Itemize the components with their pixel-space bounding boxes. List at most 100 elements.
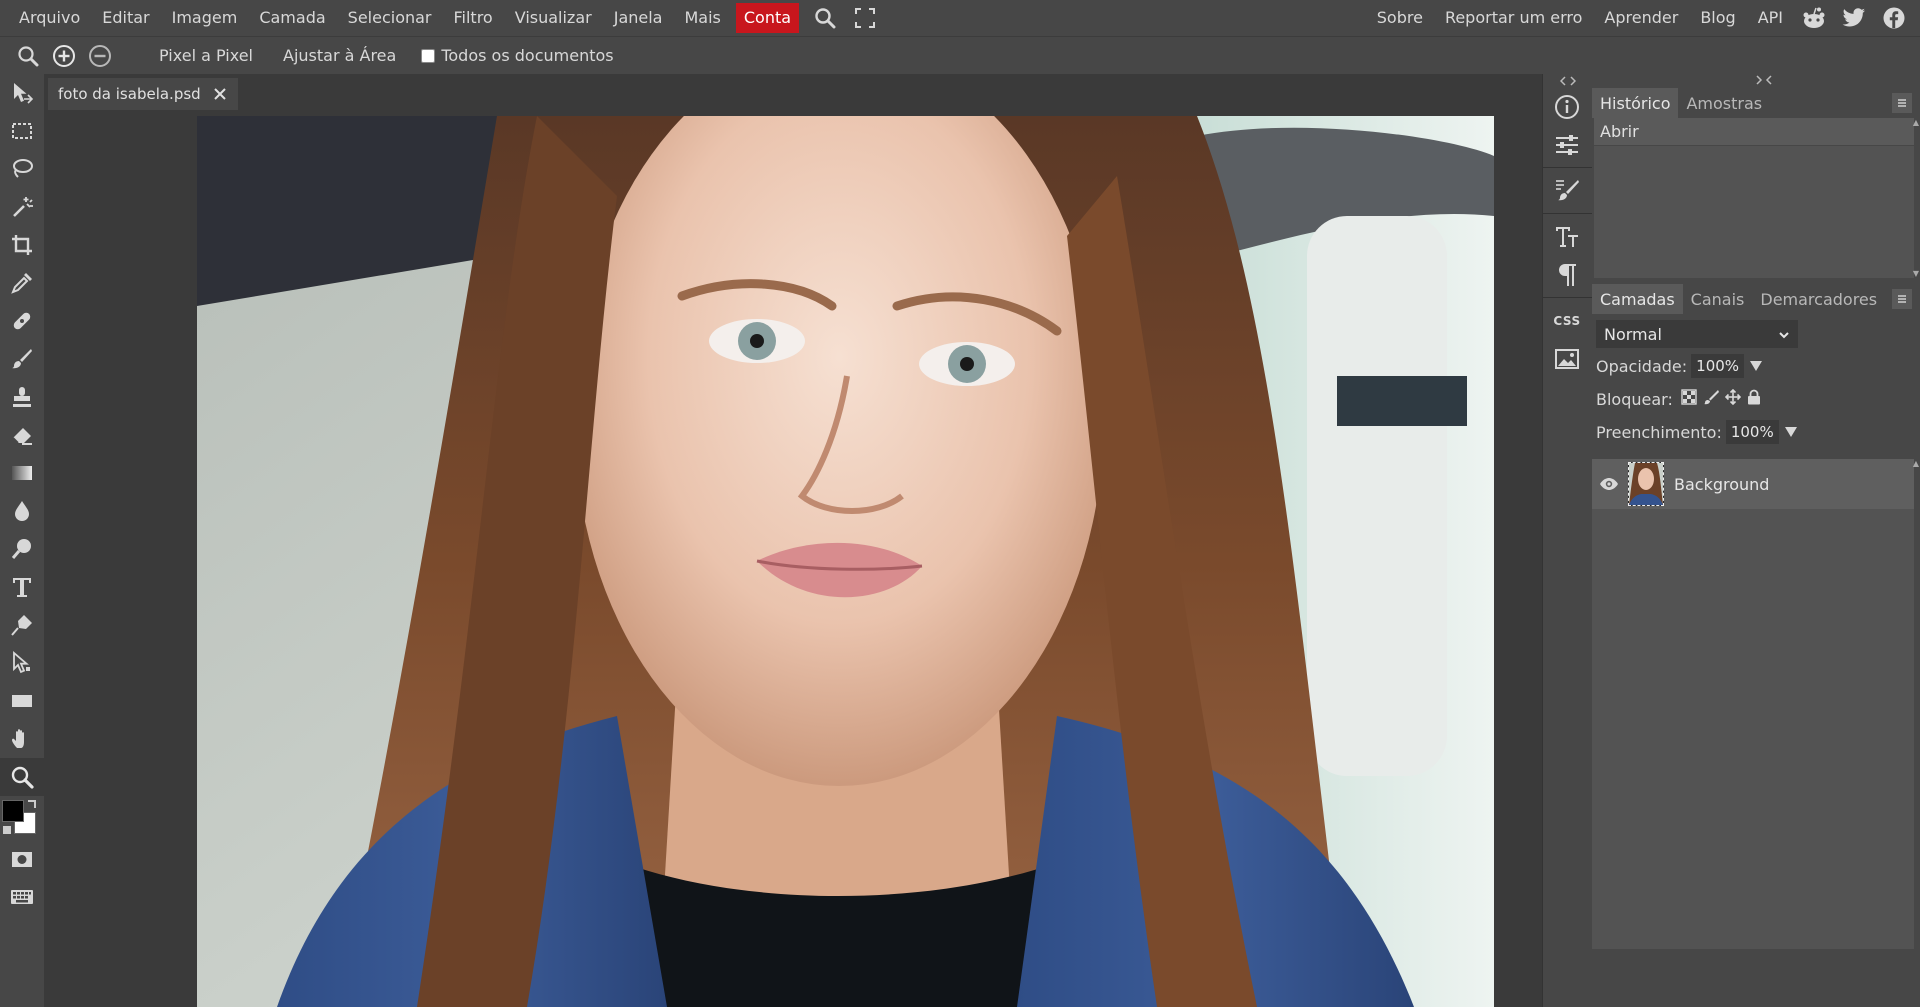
- crop-tool-icon[interactable]: [0, 226, 44, 264]
- scroll-down-icon[interactable]: ▼: [1913, 269, 1919, 278]
- brush-settings-icon[interactable]: [1543, 172, 1591, 210]
- link-reportar-erro[interactable]: Reportar um erro: [1434, 0, 1593, 36]
- menu-janela[interactable]: Janela: [603, 0, 674, 36]
- panel-top-strip: [1592, 74, 1920, 88]
- divider: [1543, 294, 1592, 298]
- blur-tool-icon[interactable]: [0, 492, 44, 530]
- twitter-icon[interactable]: [1834, 0, 1874, 36]
- lock-transparency-icon[interactable]: [1681, 389, 1697, 409]
- blend-mode-select[interactable]: Normal: [1596, 320, 1798, 348]
- fullscreen-icon[interactable]: [845, 0, 885, 36]
- tab-camadas[interactable]: Camadas: [1592, 284, 1683, 314]
- chevron-down-icon: [1778, 326, 1790, 345]
- layers-panel-tabs: Camadas Canais Demarcadores: [1592, 284, 1920, 314]
- gradient-tool-icon[interactable]: [0, 454, 44, 492]
- fit-area-button[interactable]: Ajustar à Área: [268, 46, 411, 65]
- eraser-tool-icon[interactable]: [0, 416, 44, 454]
- expand-arrows-icon[interactable]: [1543, 74, 1592, 88]
- layers-panel: Camadas Canais Demarcadores Normal Opaci…: [1592, 284, 1920, 949]
- menu-camada[interactable]: Camada: [248, 0, 336, 36]
- fill-dropdown-icon[interactable]: [1784, 427, 1797, 437]
- right-panels: Histórico Amostras Abrir ▲ ▼ Camadas Can…: [1592, 74, 1920, 1007]
- lock-position-icon[interactable]: [1724, 388, 1741, 409]
- layer-name: Background: [1674, 474, 1770, 494]
- menu-selecionar[interactable]: Selecionar: [337, 0, 443, 36]
- keyboard-icon[interactable]: [0, 878, 44, 916]
- link-api[interactable]: API: [1747, 0, 1794, 36]
- close-icon[interactable]: [212, 86, 228, 102]
- path-selection-tool-icon[interactable]: [0, 644, 44, 682]
- swap-colors-icon[interactable]: [28, 800, 36, 808]
- reddit-icon[interactable]: [1794, 0, 1834, 36]
- zoom-out-icon[interactable]: [82, 38, 118, 74]
- scroll-up-icon[interactable]: ▲: [1913, 459, 1919, 468]
- menu-visualizar[interactable]: Visualizar: [504, 0, 603, 36]
- visibility-eye-icon[interactable]: [1598, 473, 1620, 495]
- quick-mask-icon[interactable]: [0, 840, 44, 878]
- info-icon[interactable]: [1543, 88, 1591, 126]
- healing-brush-tool-icon[interactable]: [0, 302, 44, 340]
- character-icon[interactable]: [1543, 218, 1591, 256]
- adjustments-icon[interactable]: [1543, 126, 1591, 164]
- layers-list: Background ▲: [1592, 459, 1919, 949]
- account-button[interactable]: Conta: [735, 3, 800, 33]
- zoom-in-icon[interactable]: [46, 38, 82, 74]
- tab-historico[interactable]: Histórico: [1592, 88, 1679, 118]
- css-icon[interactable]: CSS: [1543, 302, 1591, 340]
- opacity-dropdown-icon[interactable]: [1750, 361, 1763, 371]
- tab-canais[interactable]: Canais: [1683, 284, 1753, 314]
- menu-imagem[interactable]: Imagem: [161, 0, 249, 36]
- text-tool-icon[interactable]: [0, 568, 44, 606]
- lock-all-icon[interactable]: [1747, 389, 1761, 409]
- zoom-tool-icon: [10, 38, 46, 74]
- facebook-icon[interactable]: [1874, 0, 1914, 36]
- tab-demarcadores[interactable]: Demarcadores: [1752, 284, 1885, 314]
- document-tab[interactable]: foto da isabela.psd: [48, 78, 238, 110]
- rectangle-tool-icon[interactable]: [0, 682, 44, 720]
- panel-icon-strip: CSS: [1542, 74, 1592, 1007]
- hand-tool-icon[interactable]: [0, 720, 44, 758]
- foreground-color-swatch[interactable]: [2, 800, 24, 822]
- pixel-a-pixel-button[interactable]: Pixel a Pixel: [144, 46, 268, 65]
- menu-mais[interactable]: Mais: [673, 0, 731, 36]
- history-item[interactable]: Abrir: [1594, 118, 1914, 146]
- collapse-panel-icon[interactable]: [1756, 75, 1772, 88]
- fill-input[interactable]: 100%: [1725, 420, 1779, 444]
- checkbox-box[interactable]: [421, 48, 436, 63]
- menu-editar[interactable]: Editar: [91, 0, 160, 36]
- move-tool-icon[interactable]: [0, 74, 44, 112]
- paragraph-icon[interactable]: [1543, 256, 1591, 294]
- panel-menu-icon[interactable]: [1892, 289, 1912, 309]
- image-canvas[interactable]: [197, 116, 1494, 1007]
- marquee-tool-icon[interactable]: [0, 112, 44, 150]
- lock-pixels-icon[interactable]: [1703, 389, 1719, 409]
- portrait-photo: [197, 116, 1494, 1007]
- link-aprender[interactable]: Aprender: [1593, 0, 1689, 36]
- fill-label: Preenchimento:: [1596, 422, 1722, 442]
- dodge-tool-icon[interactable]: [0, 530, 44, 568]
- panel-menu-icon[interactable]: [1892, 93, 1912, 113]
- brush-tool-icon[interactable]: [0, 340, 44, 378]
- blend-mode-value: Normal: [1604, 324, 1662, 344]
- menu-arquivo[interactable]: Arquivo: [8, 0, 91, 36]
- options-bar: Pixel a Pixel Ajustar à Área Todos os do…: [0, 36, 1920, 74]
- eyedropper-tool-icon[interactable]: [0, 264, 44, 302]
- opacity-input[interactable]: 100%: [1691, 354, 1745, 378]
- zoom-tool-button[interactable]: [0, 758, 44, 796]
- magic-wand-tool-icon[interactable]: [0, 188, 44, 226]
- reset-colors-icon[interactable]: [3, 826, 11, 834]
- image-icon[interactable]: [1543, 340, 1591, 378]
- search-icon[interactable]: [805, 0, 845, 36]
- layer-row[interactable]: Background: [1592, 459, 1914, 509]
- link-sobre[interactable]: Sobre: [1366, 0, 1434, 36]
- clone-stamp-tool-icon[interactable]: [0, 378, 44, 416]
- color-swatches: [0, 796, 44, 840]
- all-documents-checkbox[interactable]: Todos os documentos: [421, 46, 614, 65]
- tab-amostras[interactable]: Amostras: [1678, 88, 1770, 118]
- lasso-tool-icon[interactable]: [0, 150, 44, 188]
- scroll-up-icon[interactable]: ▲: [1913, 118, 1919, 127]
- link-blog[interactable]: Blog: [1689, 0, 1746, 36]
- opacity-row: Opacidade: 100%: [1596, 351, 1916, 381]
- pen-tool-icon[interactable]: [0, 606, 44, 644]
- menu-filtro[interactable]: Filtro: [443, 0, 504, 36]
